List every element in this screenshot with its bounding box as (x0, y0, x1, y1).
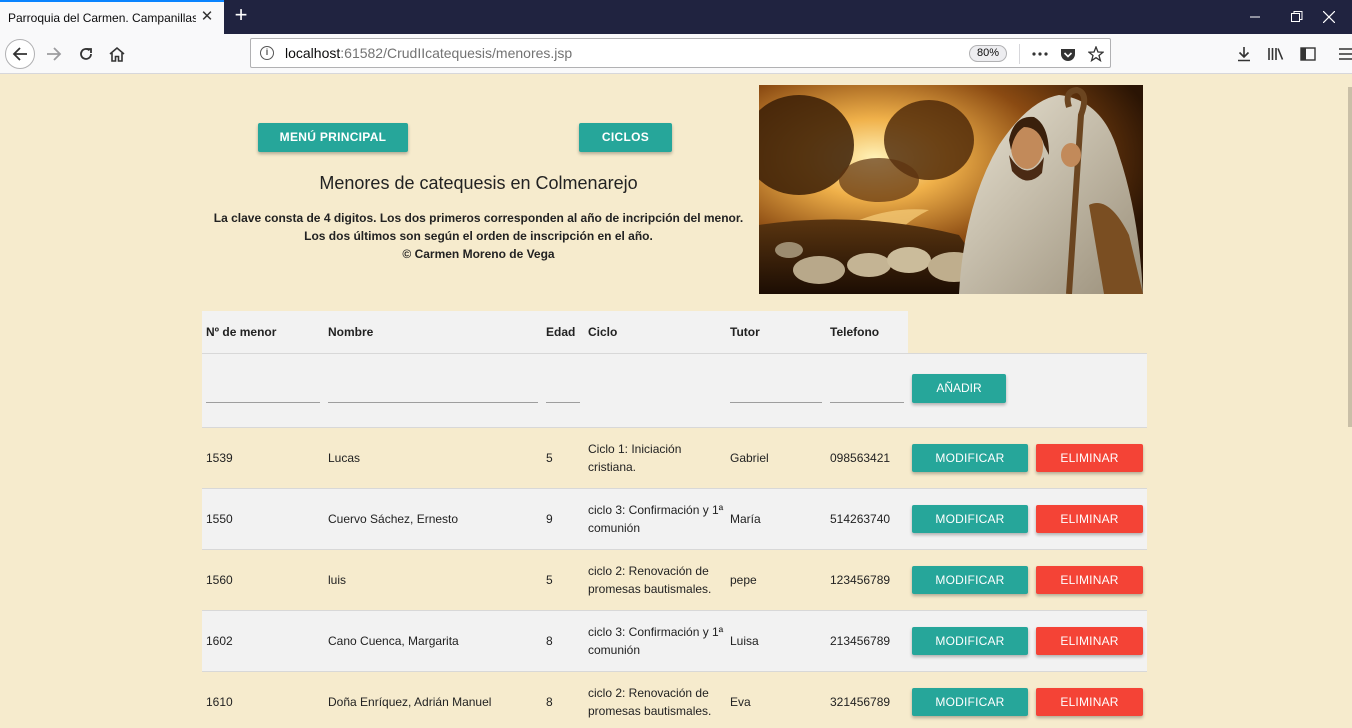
tutor-input[interactable] (730, 384, 822, 403)
cell-ciclo: Ciclo 1: Iniciación cristiana. (588, 442, 682, 474)
good-shepherd-image (759, 85, 1143, 294)
hamburger-menu-icon[interactable] (1334, 42, 1352, 66)
cell-telefono: 321456789 (830, 695, 891, 709)
modify-button[interactable]: MODIFICAR (912, 505, 1028, 533)
header-edad: Edad (546, 325, 576, 339)
pocket-icon[interactable] (1057, 43, 1079, 65)
reload-button[interactable] (70, 38, 102, 70)
cell-nombre: Cano Cuenca, Margarita (328, 634, 459, 648)
cell-nombre: Doña Enríquez, Adrián Manuel (328, 695, 492, 709)
forward-button[interactable] (38, 38, 70, 70)
downloads-icon[interactable] (1232, 42, 1256, 66)
cell-telefono: 123456789 (830, 573, 891, 587)
table-row: 1602 Cano Cuenca, Margarita 8 ciclo 3: C… (202, 611, 1147, 672)
delete-button[interactable]: ELIMINAR (1036, 566, 1143, 594)
add-button[interactable]: AÑADIR (912, 374, 1006, 403)
modify-button[interactable]: MODIFICAR (912, 627, 1028, 655)
site-info-icon[interactable]: i (260, 46, 274, 60)
cell-ciclo: ciclo 3: Confirmación y 1ª comunión (588, 625, 724, 657)
table-row: 1560 luis 5 ciclo 2: Renovación de prome… (202, 550, 1147, 611)
cell-edad: 5 (546, 451, 553, 465)
cell-nombre: luis (328, 573, 347, 587)
url-text: localhost:61582/CrudIIcatequesis/menores… (285, 45, 573, 61)
delete-button[interactable]: ELIMINAR (1036, 505, 1143, 533)
modify-button[interactable]: MODIFICAR (912, 566, 1028, 594)
cell-edad: 5 (546, 573, 553, 587)
cell-tutor: pepe (730, 573, 757, 587)
library-icon[interactable] (1264, 42, 1288, 66)
close-window-icon[interactable] (1306, 0, 1352, 34)
cell-num: 1550 (206, 512, 233, 526)
cell-edad: 8 (546, 634, 553, 648)
cell-num: 1560 (206, 573, 233, 587)
browser-tab[interactable]: Parroquia del Carmen. Campanillas ✕ (0, 0, 224, 34)
table-header: Nº de menor Nombre Edad Ciclo Tutor Tele… (202, 311, 908, 353)
minimize-icon[interactable] (1232, 0, 1278, 34)
cell-tutor: Eva (730, 695, 751, 709)
header-num: Nº de menor (206, 325, 277, 339)
copyright-line: © Carmen Moreno de Vega (402, 247, 555, 261)
bookmark-star-icon[interactable] (1085, 43, 1107, 65)
cell-num: 1539 (206, 451, 233, 465)
zoom-indicator[interactable]: 80% (969, 45, 1008, 62)
delete-button[interactable]: ELIMINAR (1036, 688, 1143, 716)
table-row: 1539 Lucas 5 Ciclo 1: Iniciación cristia… (202, 428, 1147, 489)
header-telefono: Telefono (830, 325, 880, 339)
cell-ciclo: ciclo 2: Renovación de promesas bautisma… (588, 686, 712, 718)
sidebar-icon[interactable] (1296, 42, 1320, 66)
cell-edad: 9 (546, 512, 553, 526)
back-button[interactable] (4, 38, 36, 70)
header-tutor: Tutor (730, 325, 760, 339)
cell-nombre: Cuervo Sáchez, Ernesto (328, 512, 459, 526)
cell-tutor: María (730, 512, 761, 526)
home-icon (109, 46, 125, 62)
cell-telefono: 213456789 (830, 634, 891, 648)
back-arrow-icon (5, 39, 35, 69)
description-line-1: La clave consta de 4 digitos. Los dos pr… (213, 211, 744, 225)
delete-button[interactable]: ELIMINAR (1036, 627, 1143, 655)
header-ciclo: Ciclo (588, 325, 618, 339)
tab-title: Parroquia del Carmen. Campanillas (8, 11, 196, 25)
description-line-2: Los dos últimos son según el orden de in… (304, 229, 653, 243)
cell-tutor: Gabriel (730, 451, 769, 465)
cell-tutor: Luisa (730, 634, 759, 648)
cell-num: 1610 (206, 695, 233, 709)
navigation-bar: i localhost:61582/CrudIIcatequesis/menor… (0, 34, 1352, 74)
cell-ciclo: ciclo 3: Confirmación y 1ª comunión (588, 503, 724, 535)
page-title: Menores de catequesis en Colmenarejo (319, 173, 638, 193)
ciclos-button[interactable]: CICLOS (579, 123, 672, 152)
nombre-input[interactable] (328, 384, 538, 403)
new-tab-plus-icon[interactable]: + (229, 4, 253, 28)
menu-principal-button[interactable]: MENÚ PRINCIPAL (258, 123, 408, 152)
url-separator (1019, 44, 1020, 64)
page-scrollbar[interactable] (1348, 87, 1352, 427)
modify-button[interactable]: MODIFICAR (912, 688, 1028, 716)
description: La clave consta de 4 digitos. Los dos pr… (200, 209, 757, 263)
cell-telefono: 098563421 (830, 451, 891, 465)
header-nombre: Nombre (328, 325, 374, 339)
tab-close-icon[interactable]: ✕ (198, 8, 216, 26)
home-button[interactable] (101, 38, 133, 70)
cell-telefono: 514263740 (830, 512, 891, 526)
num-input[interactable] (206, 384, 320, 403)
page-actions-icon[interactable] (1029, 43, 1051, 65)
url-bar[interactable]: i localhost:61582/CrudIIcatequesis/menor… (250, 38, 1111, 68)
page-content: MENÚ PRINCIPAL CICLOS Menores de cateque… (0, 75, 1352, 728)
delete-button[interactable]: ELIMINAR (1036, 444, 1143, 472)
tab-strip: Parroquia del Carmen. Campanillas ✕ + (0, 0, 1352, 34)
cell-ciclo: ciclo 2: Renovación de promesas bautisma… (588, 564, 712, 596)
add-row: AÑADIR (202, 353, 1147, 428)
reload-icon (80, 48, 92, 60)
cell-edad: 8 (546, 695, 553, 709)
table-row: 1610 Doña Enríquez, Adrián Manuel 8 cicl… (202, 672, 1147, 728)
cell-nombre: Lucas (328, 451, 361, 465)
forward-arrow-icon (47, 47, 62, 61)
cell-num: 1602 (206, 634, 233, 648)
edad-input[interactable] (546, 384, 580, 403)
modify-button[interactable]: MODIFICAR (912, 444, 1028, 472)
table-row: 1550 Cuervo Sáchez, Ernesto 9 ciclo 3: C… (202, 489, 1147, 550)
telefono-input[interactable] (830, 384, 904, 403)
